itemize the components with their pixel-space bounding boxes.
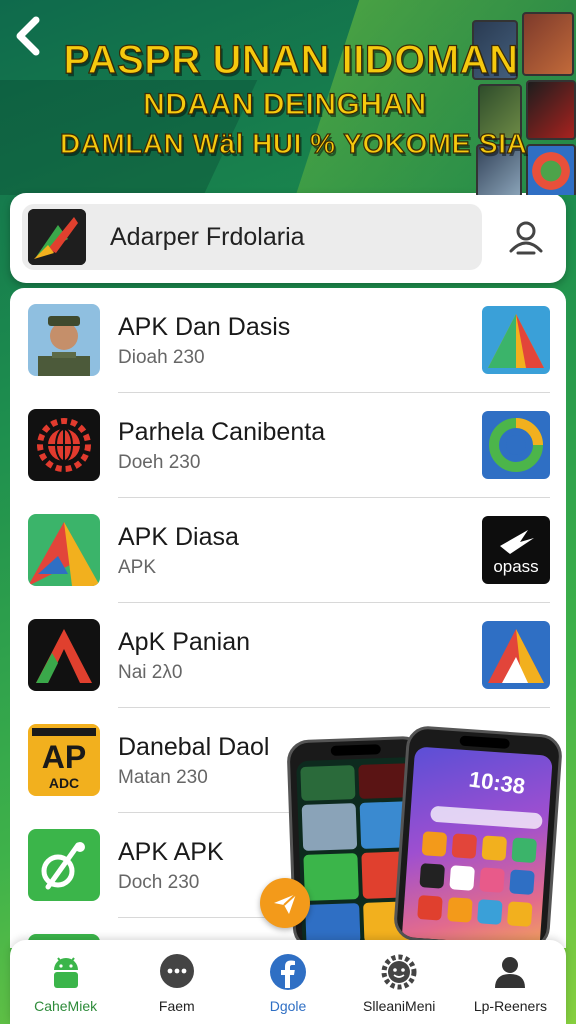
- profile-button[interactable]: [502, 213, 550, 261]
- dark-arrow-icon: [28, 619, 100, 691]
- gear-face-icon: [381, 954, 417, 990]
- nav-item-home[interactable]: CaheMiek: [10, 940, 121, 1024]
- app-logo-icon: [28, 209, 86, 265]
- back-button[interactable]: [6, 10, 50, 62]
- list-item[interactable]: APK Diasa APK opass: [10, 498, 566, 603]
- list-item-subtitle: Dioah 230: [118, 347, 205, 368]
- ap-adc-badge-icon: AP ADC: [28, 724, 100, 796]
- green-ring-logo-icon[interactable]: [482, 411, 550, 479]
- list-item[interactable]: Parhela Canibenta Doeh 230: [10, 393, 566, 498]
- green-leaf-icon: [28, 829, 100, 901]
- facebook-icon: [270, 954, 306, 990]
- nav-label: Dgole: [269, 998, 307, 1014]
- bottom-navigation: CaheMiek Faem Dgole SlleaniMeni Lp-Reene…: [10, 940, 566, 1024]
- list-item-title: APK Dan Dasis: [118, 313, 291, 341]
- banner-subheadline: NDAAN DEINGHAN: [143, 87, 427, 121]
- triangle-logo-icon[interactable]: [482, 306, 550, 374]
- promo-banner: PASPR UNAN IIDOMAN NDAAN DEINGHAN DAMLAN…: [0, 0, 576, 195]
- nav-label: Faem: [158, 998, 195, 1014]
- list-item-subtitle: Nai 2λ0: [118, 662, 183, 683]
- share-fab-button[interactable]: [260, 878, 310, 928]
- banner-headline: PASPR UNAN IIDOMAN: [63, 37, 519, 82]
- nav-label: CaheMiek: [34, 998, 98, 1014]
- list-item-subtitle: Doch 230: [118, 872, 200, 893]
- search-card: Adarper Frdolaria: [10, 193, 566, 283]
- chat-bubble-icon: [159, 954, 194, 988]
- list-item-title: APK APK: [118, 838, 224, 866]
- opass-logo-icon[interactable]: opass: [482, 516, 550, 584]
- banner-tagline: DAMLAN Wäl HUI % YOKOME SIA: [59, 127, 528, 159]
- android-icon: [53, 957, 78, 988]
- search-input[interactable]: Adarper Frdolaria: [22, 204, 482, 270]
- phone-mockup-right: 10:38: [392, 724, 564, 951]
- ap-badge-text: AP: [42, 739, 86, 775]
- nav-item-facebook[interactable]: Dgole: [232, 940, 343, 1024]
- list-item-subtitle: Matan 230: [118, 767, 208, 788]
- list-item-subtitle: Doeh 230: [118, 452, 201, 473]
- user-outline-icon: [509, 221, 543, 255]
- list-item-title: Danebal Daol: [118, 733, 270, 761]
- list-item-title: APK Diasa: [118, 523, 239, 551]
- phones-promo-image: 10:38: [286, 724, 564, 951]
- list-item[interactable]: ApK Panian Nai 2λ0: [10, 603, 566, 708]
- red-globe-gear-icon: [28, 409, 100, 481]
- color-triangle-icon: [28, 514, 100, 586]
- nav-item-profile[interactable]: Lp-Reeners: [455, 940, 566, 1024]
- search-value: Adarper Frdolaria: [110, 222, 305, 251]
- soldier-avatar-icon: [28, 304, 100, 376]
- opass-label: opass: [493, 557, 538, 576]
- paper-plane-icon: [274, 893, 297, 914]
- nav-item-chat[interactable]: Faem: [121, 940, 232, 1024]
- nav-label: SlleaniMeni: [363, 998, 436, 1014]
- nav-item-settings[interactable]: SlleaniMeni: [344, 940, 455, 1024]
- list-item-title: Parhela Canibenta: [118, 418, 326, 446]
- list-item[interactable]: APK Dan Dasis Dioah 230: [10, 288, 566, 393]
- nav-label: Lp-Reeners: [473, 998, 547, 1014]
- phone-clock: 10:38: [467, 766, 527, 799]
- adc-badge-text: ADC: [49, 775, 79, 791]
- triangle-logo-icon[interactable]: [482, 621, 550, 689]
- list-item-subtitle: APK: [118, 557, 157, 578]
- chevron-left-icon: [16, 16, 40, 56]
- list-item-title: ApK Panian: [118, 628, 251, 656]
- person-icon: [495, 957, 526, 988]
